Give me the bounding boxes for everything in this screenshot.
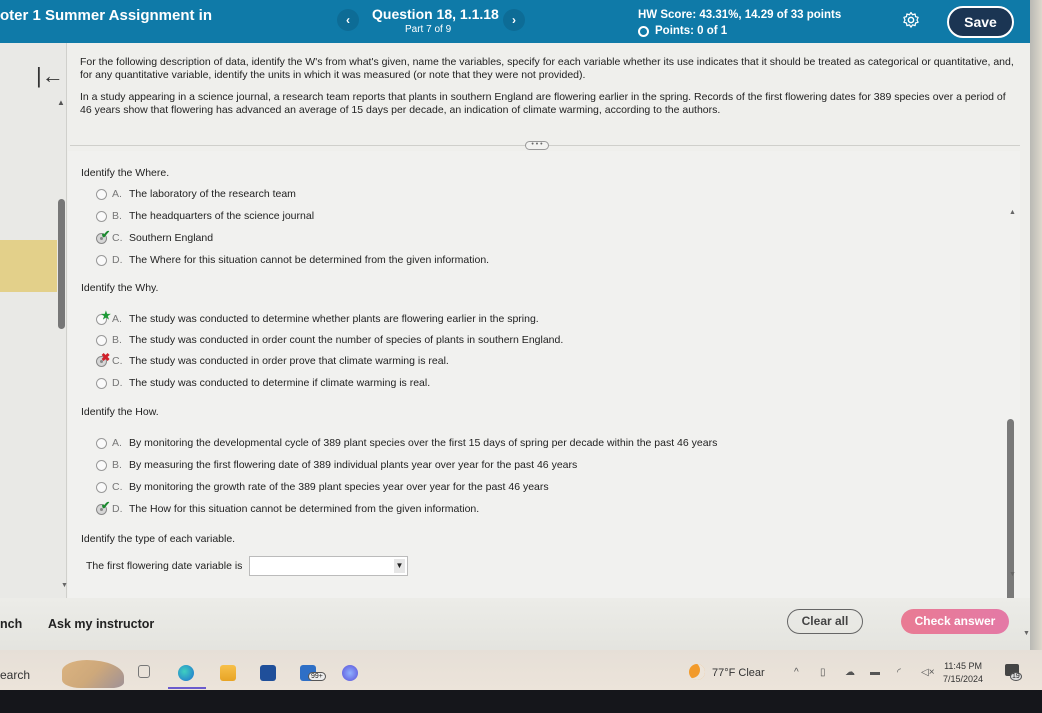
radio-button-selected[interactable]: ✖	[96, 352, 110, 367]
correct-check-icon: ✔	[101, 499, 111, 512]
left-panel: |← ▲	[0, 43, 67, 598]
points-status: Points: 0 of 1	[638, 25, 727, 37]
option-why-c[interactable]: ✖ C. The study was conducted in order pr…	[96, 352, 449, 367]
scroll-up-icon[interactable]: ▲	[1009, 209, 1016, 216]
option-where-a[interactable]: A. The laboratory of the research team	[96, 188, 296, 200]
points-circle-icon	[638, 25, 649, 37]
dropdown-label: The first flowering date variable is	[86, 560, 243, 572]
learn-link[interactable]: nch	[0, 617, 22, 631]
radio-button[interactable]	[96, 437, 107, 449]
window-edge	[1030, 0, 1042, 650]
taskbar-search[interactable]: earch	[0, 668, 30, 682]
radio-button-selected[interactable]: ✔	[96, 229, 110, 244]
option-how-a[interactable]: A. By monitoring the developmental cycle…	[96, 437, 717, 449]
question-content: |← ▲ For the following description of da…	[0, 43, 1030, 605]
clear-all-button[interactable]: Clear all	[787, 609, 863, 634]
search-highlight-image[interactable]	[62, 660, 124, 688]
option-where-b[interactable]: B. The headquarters of the science journ…	[96, 210, 314, 222]
scenario-text: In a study appearing in a science journa…	[80, 91, 1006, 116]
save-button[interactable]: Save	[947, 6, 1014, 38]
question-prompt-why: Identify the Why.	[81, 282, 159, 294]
correct-answer-star-icon: ★	[101, 309, 111, 322]
date: 7/15/2024	[943, 674, 984, 684]
question-prompt-variable-type: Identify the type of each variable.	[81, 533, 236, 545]
battery-icon[interactable]: ▬	[870, 667, 880, 678]
edge-browser-icon[interactable]	[178, 665, 194, 681]
active-app-indicator	[168, 687, 206, 689]
previous-question-button[interactable]: ‹	[337, 9, 359, 31]
question-part: Part 7 of 9	[405, 24, 452, 35]
left-scroll-down-icon[interactable]: ▼	[61, 582, 68, 589]
file-explorer-icon[interactable]	[220, 665, 236, 681]
copilot-icon[interactable]	[342, 665, 358, 681]
task-view-icon[interactable]	[138, 665, 150, 678]
highlight-region	[0, 240, 57, 292]
weather-status[interactable]: 77°F Clear	[712, 667, 765, 679]
screen: oter 1 Summer Assignment in ‹ Question 1…	[0, 0, 1042, 713]
option-how-d[interactable]: ✔ D. The How for this situation cannot b…	[96, 500, 479, 515]
variable-type-dropdown[interactable]: ▼	[249, 556, 408, 576]
option-where-c[interactable]: ✔ C. Southern England	[96, 229, 213, 244]
question-footer: nch Ask my instructor Clear all Check an…	[0, 598, 1030, 650]
volume-muted-icon[interactable]: ◁×	[921, 667, 935, 678]
option-why-a[interactable]: ★ A. The study was conducted to determin…	[96, 310, 539, 325]
question-prompt-where: Identify the Where.	[81, 167, 170, 179]
assignment-title: oter 1 Summer Assignment in	[0, 7, 212, 24]
scroll-up-icon[interactable]: ▲	[57, 98, 65, 107]
collapse-panel-icon[interactable]: |←	[36, 63, 64, 89]
radio-button[interactable]	[96, 254, 107, 266]
option-why-b[interactable]: B. The study was conducted in order coun…	[96, 334, 563, 346]
scroll-down-icon[interactable]: ▼	[1023, 630, 1030, 637]
clock[interactable]: 11:45 PM 7/15/2024	[943, 660, 983, 686]
next-question-button[interactable]: ›	[503, 9, 525, 31]
expand-more-button[interactable]: • • •	[525, 141, 549, 150]
time: 11:45 PM	[944, 661, 982, 671]
moon-weather-icon[interactable]	[689, 664, 705, 680]
radio-button[interactable]	[96, 481, 107, 493]
radio-button[interactable]	[96, 377, 107, 389]
incorrect-x-icon: ✖	[101, 351, 111, 364]
notification-count: 19	[1010, 672, 1022, 681]
scroll-down-icon[interactable]: ▼	[1009, 571, 1016, 578]
taskbar: earch 99+ 77°F Clear ^ ▯ ☁ ▬ ◜ ◁× 11:45 …	[0, 650, 1042, 690]
correct-check-icon: ✔	[101, 228, 111, 241]
onedrive-cloud-icon[interactable]: ☁	[845, 667, 855, 678]
check-answer-button[interactable]: Check answer	[901, 609, 1009, 634]
settings-gear-icon[interactable]	[902, 11, 920, 29]
tray-chevron-icon[interactable]: ^	[794, 667, 799, 678]
store-icon[interactable]	[260, 665, 276, 681]
points-text: Points: 0 of 1	[655, 25, 728, 37]
problem-statement: For the following description of data, i…	[80, 56, 1015, 126]
mail-badge: 99+	[308, 672, 326, 681]
question-prompt-how: Identify the How.	[81, 406, 159, 418]
radio-button-selected[interactable]: ✔	[96, 500, 110, 515]
radio-button[interactable]	[96, 459, 107, 471]
radio-button[interactable]	[96, 334, 107, 346]
option-why-d[interactable]: D. The study was conducted to determine …	[96, 377, 430, 389]
hw-score: HW Score: 43.31%, 14.29 of 33 points	[638, 9, 842, 21]
wifi-icon[interactable]: ◜	[897, 667, 901, 678]
question-title: Question 18, 1.1.18	[372, 6, 499, 22]
ask-instructor-link[interactable]: Ask my instructor	[48, 617, 154, 631]
instructions-text: For the following description of data, i…	[80, 56, 1014, 81]
radio-button[interactable]	[96, 188, 107, 200]
option-how-c[interactable]: C. By monitoring the growth rate of the …	[96, 481, 549, 493]
left-scrollbar[interactable]	[58, 199, 65, 329]
assignment-header: oter 1 Summer Assignment in ‹ Question 1…	[0, 0, 1030, 43]
radio-button[interactable]	[96, 210, 107, 222]
answer-area: ▲ Identify the Where. A. The laboratory …	[61, 151, 1020, 605]
dropdown-arrow-icon[interactable]: ▼	[394, 559, 405, 573]
option-how-b[interactable]: B. By measuring the first flowering date…	[96, 459, 577, 471]
option-where-d[interactable]: D. The Where for this situation cannot b…	[96, 254, 489, 266]
radio-button[interactable]: ★	[96, 310, 111, 325]
screen-bezel	[0, 690, 1042, 713]
phone-link-icon[interactable]: ▯	[820, 667, 826, 678]
